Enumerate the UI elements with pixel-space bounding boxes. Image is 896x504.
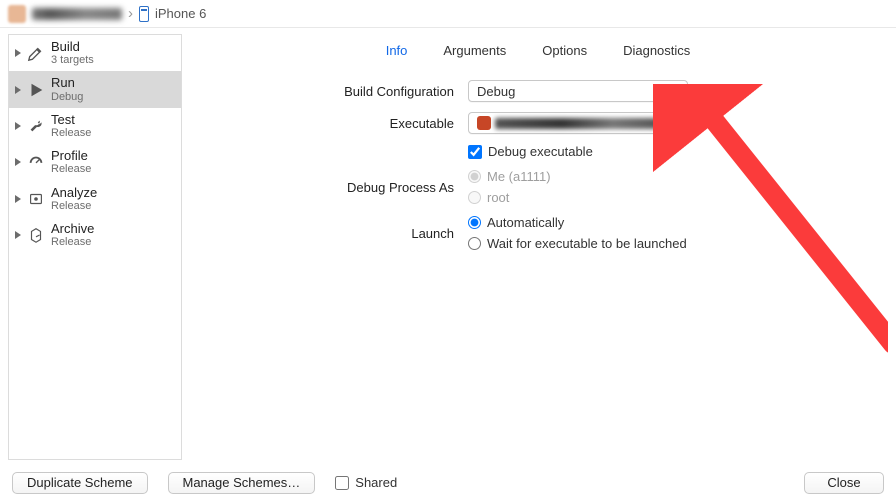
scheme-tabs: Info Arguments Options Diagnostics	[188, 34, 888, 66]
hammer-icon	[27, 44, 45, 62]
breadcrumb-device[interactable]: iPhone 6	[155, 6, 206, 21]
sidebar-item-test[interactable]: Test Release	[9, 108, 181, 144]
breadcrumb: › iPhone 6	[0, 0, 896, 28]
disclosure-triangle-icon[interactable]	[15, 122, 21, 130]
build-config-value: Debug	[477, 84, 515, 99]
disclosure-triangle-icon[interactable]	[15, 158, 21, 166]
launch-label: Launch	[208, 226, 468, 241]
executable-label: Executable	[208, 116, 468, 131]
executable-select[interactable]	[468, 112, 688, 134]
launch-wait-radio[interactable]: Wait for executable to be launched	[468, 236, 687, 251]
sidebar-item-label: Run	[51, 76, 83, 90]
sidebar-item-sublabel: 3 targets	[51, 54, 94, 66]
executable-name-blurred	[495, 118, 663, 129]
gauge-icon	[27, 153, 45, 171]
build-config-label: Build Configuration	[208, 84, 468, 99]
app-icon	[477, 116, 491, 130]
debug-process-root-label: root	[487, 190, 509, 205]
disclosure-triangle-icon[interactable]	[15, 49, 21, 57]
tab-info[interactable]: Info	[386, 43, 408, 58]
disclosure-triangle-icon[interactable]	[15, 231, 21, 239]
scheme-icon	[8, 5, 26, 23]
disclosure-triangle-icon[interactable]	[15, 195, 21, 203]
launch-wait-input[interactable]	[468, 237, 481, 250]
device-icon	[139, 6, 149, 22]
sidebar-item-profile[interactable]: Profile Release	[9, 144, 181, 180]
scheme-name-blurred	[32, 8, 122, 20]
shared-checkbox[interactable]: Shared	[335, 475, 397, 490]
launch-wait-label: Wait for executable to be launched	[487, 236, 687, 251]
launch-auto-label: Automatically	[487, 215, 564, 230]
sidebar-item-label: Build	[51, 40, 94, 54]
debug-process-me-label: Me (a1111)	[487, 169, 551, 184]
launch-auto-radio[interactable]: Automatically	[468, 215, 687, 230]
popup-arrows-icon	[669, 83, 681, 99]
debug-process-me-radio: Me (a1111)	[468, 169, 551, 184]
debug-process-root-input	[468, 191, 481, 204]
sidebar-item-label: Analyze	[51, 186, 97, 200]
sidebar-item-label: Archive	[51, 222, 94, 236]
sidebar-item-analyze[interactable]: Analyze Release	[9, 181, 181, 217]
wrench-icon	[27, 117, 45, 135]
disclosure-triangle-icon[interactable]	[15, 86, 21, 94]
debug-executable-label: Debug executable	[488, 144, 593, 159]
tab-options[interactable]: Options	[542, 43, 587, 58]
sidebar-item-label: Profile	[51, 149, 91, 163]
scheme-details-pane: Info Arguments Options Diagnostics Build…	[188, 34, 888, 460]
sidebar-item-build[interactable]: Build 3 targets	[9, 35, 181, 71]
sidebar-item-sublabel: Debug	[51, 91, 83, 103]
sidebar-item-sublabel: Release	[51, 200, 97, 212]
shared-input[interactable]	[335, 476, 349, 490]
sidebar-item-sublabel: Release	[51, 236, 94, 248]
duplicate-scheme-button[interactable]: Duplicate Scheme	[12, 472, 148, 494]
archive-icon	[27, 226, 45, 244]
sidebar-item-sublabel: Release	[51, 163, 91, 175]
breadcrumb-separator-icon: ›	[128, 6, 133, 21]
tab-arguments[interactable]: Arguments	[443, 43, 506, 58]
manage-schemes-button[interactable]: Manage Schemes…	[168, 472, 316, 494]
popup-arrows-icon	[669, 115, 681, 131]
build-config-select[interactable]: Debug	[468, 80, 688, 102]
sidebar-item-run[interactable]: Run Debug	[9, 71, 181, 107]
launch-auto-input[interactable]	[468, 216, 481, 229]
sheet-footer: Duplicate Scheme Manage Schemes… Shared …	[0, 460, 896, 504]
sidebar-item-archive[interactable]: Archive Release	[9, 217, 181, 253]
tab-diagnostics[interactable]: Diagnostics	[623, 43, 690, 58]
close-button[interactable]: Close	[804, 472, 884, 494]
sidebar-item-label: Test	[51, 113, 91, 127]
play-icon	[27, 81, 45, 99]
scheme-phase-sidebar: Build 3 targets Run Debug Test Release	[8, 34, 182, 460]
debug-executable-input[interactable]	[468, 145, 482, 159]
debug-process-me-input	[468, 170, 481, 183]
shared-label: Shared	[355, 475, 397, 490]
debug-process-root-radio: root	[468, 190, 551, 205]
debug-executable-checkbox[interactable]: Debug executable	[468, 144, 593, 159]
analyze-icon	[27, 190, 45, 208]
sidebar-item-sublabel: Release	[51, 127, 91, 139]
debug-process-label: Debug Process As	[208, 180, 468, 195]
